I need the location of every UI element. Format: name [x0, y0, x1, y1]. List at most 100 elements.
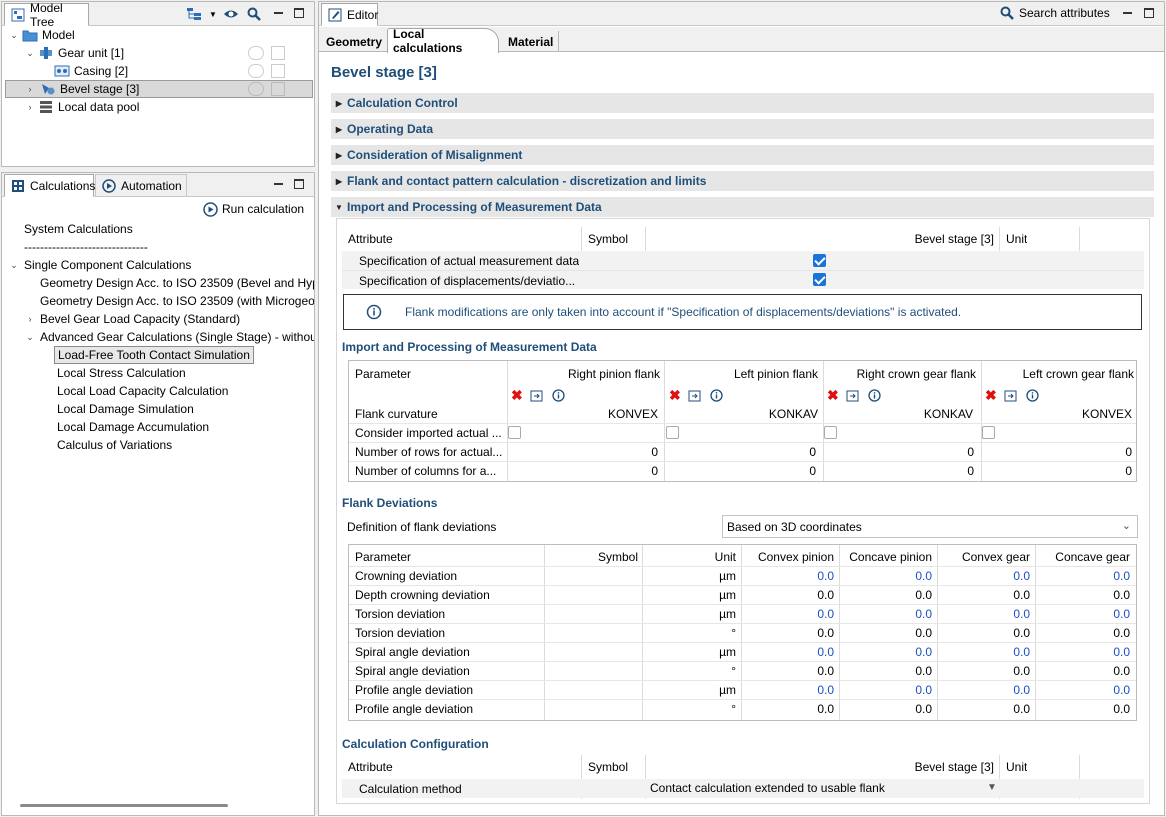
minimize-button[interactable] [271, 177, 285, 191]
flank-deviation-value[interactable]: 0.0 [1037, 566, 1130, 585]
flank-deviation-value[interactable]: 0.0 [1037, 604, 1130, 623]
maximize-button[interactable] [1142, 6, 1156, 20]
tab-model-tree[interactable]: Model Tree [4, 1, 89, 29]
tree-item-model[interactable]: ⌄ Model [8, 26, 74, 44]
tree-item-local-data-pool[interactable]: › Local data pool [24, 98, 140, 116]
table-row[interactable]: Specification of displacements/deviatio.… [342, 270, 1144, 289]
table-row[interactable]: Specification of actual measurement data [342, 251, 1144, 270]
section-operating-data[interactable]: ▶ Operating Data [331, 119, 1154, 139]
maximize-button[interactable] [292, 6, 306, 20]
section-flank-contact[interactable]: ▶ Flank and contact pattern calculation -… [331, 171, 1154, 191]
flank-deviation-value[interactable]: 0.0 [743, 566, 834, 585]
tree-item-bevel-stage[interactable]: › Bevel stage [3] [5, 80, 313, 98]
minimize-button[interactable] [271, 6, 285, 20]
columns-value[interactable]: 0 [509, 461, 658, 480]
info-icon[interactable] [1025, 387, 1041, 403]
flank-deviation-value[interactable]: 0.0 [1037, 680, 1130, 699]
flank-deviation-value[interactable]: 0.0 [1037, 699, 1130, 718]
rows-value[interactable]: 0 [825, 442, 974, 461]
calc-item-variations[interactable]: Calculus of Variations [57, 436, 172, 454]
chevron-down-icon[interactable]: ▼ [205, 6, 221, 22]
flank-deviation-value[interactable]: 0.0 [743, 623, 834, 642]
flank-deviation-value[interactable]: 0.0 [939, 566, 1030, 585]
chevron-right-icon[interactable]: › [24, 83, 36, 95]
flank-deviation-value[interactable]: 0.0 [939, 680, 1030, 699]
consider-imported-checkbox[interactable] [824, 426, 837, 439]
rows-value[interactable]: 0 [509, 442, 658, 461]
displacements-checkbox[interactable] [813, 273, 826, 286]
flank-deviation-value[interactable]: 0.0 [939, 642, 1030, 661]
chevron-right-icon[interactable]: › [24, 313, 36, 325]
chevron-right-icon[interactable]: › [24, 101, 36, 113]
flank-deviation-value[interactable]: 0.0 [841, 680, 932, 699]
actual-measurement-checkbox[interactable] [813, 254, 826, 267]
calc-item-geometry-bevel[interactable]: Geometry Design Acc. to ISO 23509 (Bevel… [40, 274, 314, 292]
subtab-geometry[interactable]: Geometry [323, 31, 385, 52]
info-icon[interactable] [867, 387, 883, 403]
flank-deviation-value[interactable]: 0.0 [841, 585, 932, 604]
calc-item-load-free[interactable]: Load-Free Tooth Contact Simulation [54, 346, 254, 364]
flank-curvature-value[interactable]: KONVEX [509, 404, 658, 423]
flank-deviation-value[interactable]: 0.0 [1037, 642, 1130, 661]
delete-icon[interactable]: ✖ [985, 388, 997, 402]
hierarchy-icon[interactable] [186, 6, 202, 22]
flank-deviation-value[interactable]: 0.0 [1037, 623, 1130, 642]
definition-select[interactable]: Based on 3D coordinates ⌄ [722, 515, 1138, 538]
flank-deviation-value[interactable]: 0.0 [743, 680, 834, 699]
import-icon[interactable] [687, 387, 703, 403]
flank-deviation-value[interactable]: 0.0 [939, 661, 1030, 680]
flank-deviation-value[interactable]: 0.0 [939, 699, 1030, 718]
section-measurement-data[interactable]: ▼ Import and Processing of Measurement Da… [331, 197, 1154, 217]
flank-deviation-value[interactable]: 0.0 [841, 623, 932, 642]
delete-icon[interactable]: ✖ [511, 388, 523, 402]
chevron-down-icon[interactable]: ⌄ [8, 259, 20, 271]
flank-deviation-value[interactable]: 0.0 [1037, 661, 1130, 680]
flank-deviation-value[interactable]: 0.0 [743, 642, 834, 661]
search-icon[interactable] [246, 6, 262, 22]
consider-imported-checkbox[interactable] [508, 426, 521, 439]
consider-imported-checkbox[interactable] [982, 426, 995, 439]
maximize-button[interactable] [292, 177, 306, 191]
columns-value[interactable]: 0 [983, 461, 1132, 480]
section-calculation-control[interactable]: ▶ Calculation Control [331, 93, 1154, 113]
delete-icon[interactable]: ✖ [669, 388, 681, 402]
flank-deviation-value[interactable]: 0.0 [743, 585, 834, 604]
tree-item-casing[interactable]: Casing [2] [54, 62, 128, 80]
flank-deviation-value[interactable]: 0.0 [939, 623, 1030, 642]
subtab-local-calculations[interactable]: Local calculations [387, 27, 499, 55]
run-calculation-button[interactable]: Run calculation [202, 200, 304, 218]
chevron-down-icon[interactable]: ⌄ [24, 331, 36, 343]
columns-value[interactable]: 0 [825, 461, 974, 480]
consider-imported-checkbox[interactable] [666, 426, 679, 439]
flank-deviation-value[interactable]: 0.0 [743, 699, 834, 718]
flank-curvature-value[interactable]: KONKAV [667, 404, 818, 423]
flank-deviation-value[interactable]: 0.0 [841, 699, 932, 718]
flank-curvature-value[interactable]: KONVEX [983, 404, 1132, 423]
calc-item-local-load[interactable]: Local Load Capacity Calculation [57, 382, 228, 400]
chevron-down-icon[interactable]: ⌄ [8, 29, 20, 41]
tab-automation[interactable]: Automation [95, 174, 187, 197]
info-icon[interactable] [551, 387, 567, 403]
calc-item-system[interactable]: System Calculations [24, 220, 133, 238]
tree-item-gear-unit[interactable]: ⌄ Gear unit [1] [24, 44, 124, 62]
flank-deviation-value[interactable]: 0.0 [841, 642, 932, 661]
rows-value[interactable]: 0 [667, 442, 816, 461]
section-misalignment[interactable]: ▶ Consideration of Misalignment [331, 145, 1154, 165]
import-icon[interactable] [529, 387, 545, 403]
tab-calculations[interactable]: Calculations [4, 174, 95, 197]
delete-icon[interactable]: ✖ [827, 388, 839, 402]
horizontal-scrollbar[interactable] [20, 804, 228, 807]
flank-deviation-value[interactable]: 0.0 [1037, 585, 1130, 604]
info-icon[interactable] [709, 387, 725, 403]
calc-item-advanced[interactable]: ⌄ Advanced Gear Calculations (Single Sta… [24, 328, 314, 346]
dropdown-triangle-icon[interactable]: ▼ [987, 782, 997, 793]
flank-deviation-value[interactable]: 0.0 [841, 566, 932, 585]
search-attributes-button[interactable]: Search attributes [999, 4, 1110, 22]
calc-item-damage-sim[interactable]: Local Damage Simulation [57, 400, 194, 418]
calc-item-damage-acc[interactable]: Local Damage Accumulation [57, 418, 209, 436]
flank-deviation-value[interactable]: 0.0 [939, 585, 1030, 604]
calc-item-single-component[interactable]: ⌄ Single Component Calculations [8, 256, 191, 274]
flank-deviation-value[interactable]: 0.0 [841, 661, 932, 680]
tab-editor[interactable]: Editor [321, 3, 378, 26]
flank-deviation-value[interactable]: 0.0 [743, 661, 834, 680]
